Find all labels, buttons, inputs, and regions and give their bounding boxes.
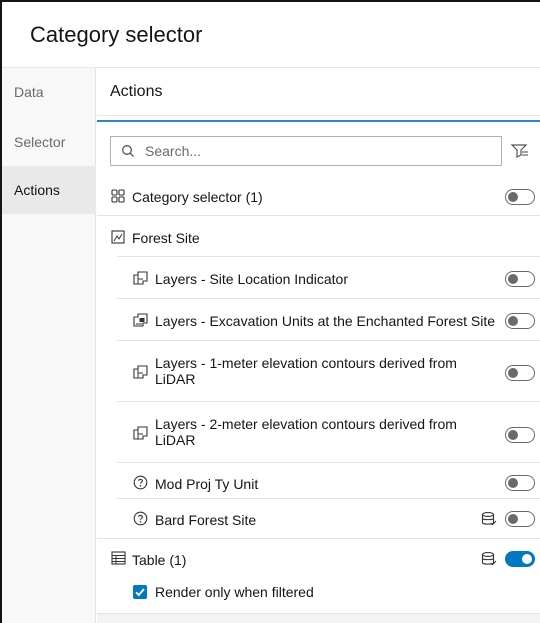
actions-content: Actions Category selector (1) Fores (97, 68, 540, 623)
divider (117, 498, 540, 499)
layer-row: Layers - Excavation Units at the Enchant… (97, 304, 540, 338)
layer-point-icon (133, 426, 148, 445)
layer-row: Bard Forest Site (97, 504, 540, 534)
layer-point-icon (133, 365, 148, 384)
panel-title: Category selector (2, 2, 540, 68)
layer-toggle[interactable] (505, 427, 535, 443)
sidebar-item-selector[interactable]: Selector (2, 118, 96, 166)
layer-toggle[interactable] (505, 313, 535, 329)
layer-row: Mod Proj Ty Unit (97, 468, 540, 498)
table-label: Table (1) (132, 552, 187, 568)
table-row: Table (1) (97, 544, 540, 574)
layer-toggle[interactable] (505, 365, 535, 381)
map-frame-icon (111, 230, 125, 249)
grid-widget-icon (111, 189, 125, 208)
filter-list-icon[interactable] (507, 140, 531, 162)
question-circle-icon (133, 511, 148, 531)
render-only-filtered-label: Render only when filtered (155, 584, 314, 600)
layer-label: Bard Forest Site (155, 512, 257, 528)
layer-row: Layers - 2-meter elevation contours deri… (97, 407, 540, 459)
sidebar-item-data[interactable]: Data (2, 68, 96, 116)
layer-toggle[interactable] (505, 475, 535, 491)
divider (117, 298, 540, 299)
accent-divider (97, 120, 540, 122)
render-only-filtered-checkbox[interactable] (133, 585, 147, 599)
category-selector-row: Category selector (1) (97, 180, 540, 214)
render-option-row: Render only when filtered (97, 578, 540, 606)
divider (117, 256, 540, 257)
search-input[interactable] (145, 141, 495, 161)
section-title: Actions (97, 68, 540, 116)
layer-label: Mod Proj Ty Unit (155, 476, 259, 492)
database-icon[interactable] (481, 551, 497, 572)
divider (117, 462, 540, 463)
category-selector-toggle[interactable] (505, 189, 535, 205)
panel-footer (97, 613, 540, 623)
table-toggle[interactable] (505, 551, 535, 567)
layer-label-line2: LiDAR (155, 432, 196, 448)
divider (97, 215, 540, 216)
sidebar-item-actions[interactable]: Actions (2, 166, 96, 214)
category-selector-panel: Category selector Data Selector Actions … (0, 0, 540, 623)
layer-row: Layers - 1-meter elevation contours deri… (97, 346, 540, 398)
divider (97, 538, 540, 539)
table-icon (111, 551, 126, 570)
sidebar: Data Selector Actions (2, 68, 96, 623)
layer-label: Layers - 1-meter elevation contours deri… (155, 355, 457, 371)
layer-toggle[interactable] (505, 271, 535, 287)
layer-label: Layers - Excavation Units at the Enchant… (155, 313, 496, 329)
search-icon (121, 144, 135, 163)
question-circle-icon (133, 475, 148, 495)
search-box[interactable] (110, 136, 502, 166)
forest-site-group[interactable]: Forest Site (97, 222, 540, 254)
layer-label: Layers - Site Location Indicator (155, 271, 348, 287)
layer-label-line2: LiDAR (155, 371, 196, 387)
layer-point-icon (133, 271, 148, 290)
layer-row: Layers - Site Location Indicator (97, 262, 540, 296)
database-icon[interactable] (481, 511, 497, 532)
divider (117, 401, 540, 402)
divider (117, 340, 540, 341)
category-selector-label: Category selector (1) (132, 189, 263, 205)
forest-site-label: Forest Site (132, 230, 200, 246)
layer-polygon-icon (133, 313, 148, 332)
layer-toggle[interactable] (505, 511, 535, 527)
layer-label: Layers - 2-meter elevation contours deri… (155, 416, 457, 432)
